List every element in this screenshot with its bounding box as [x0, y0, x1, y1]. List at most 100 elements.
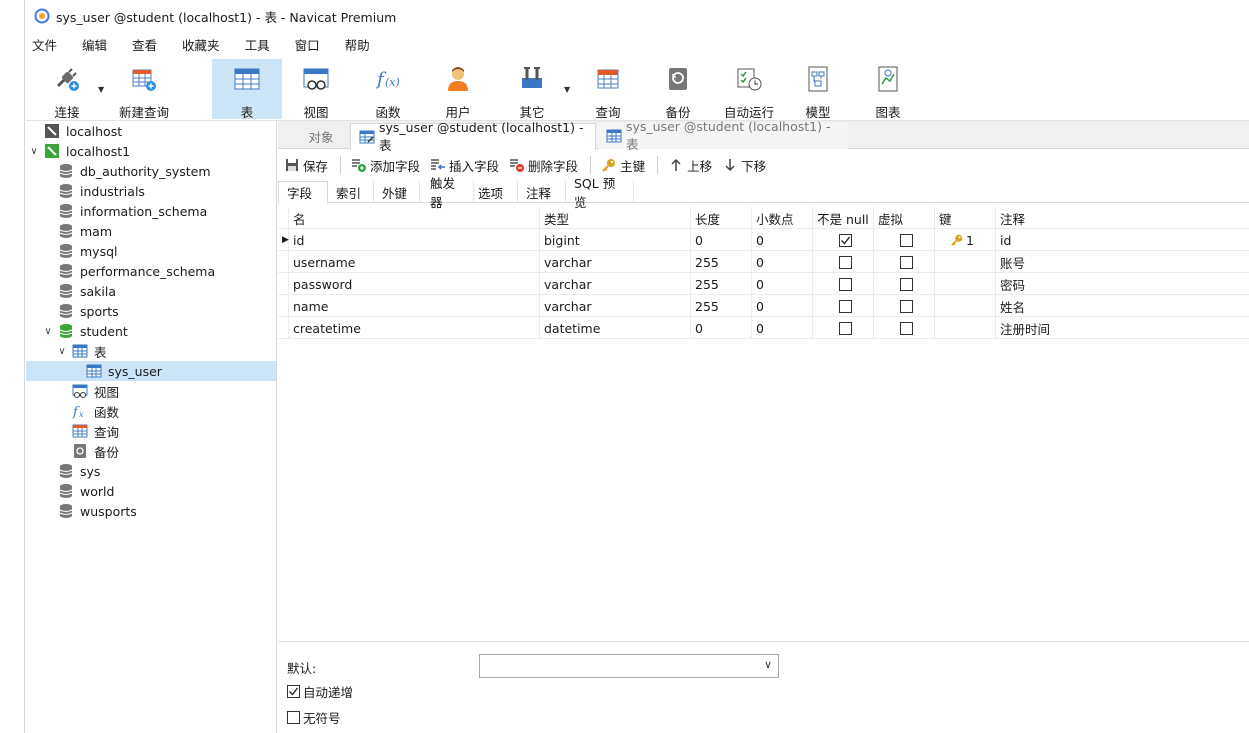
field-comment[interactable]: 注册时间	[997, 317, 1050, 339]
connect-dropdown-icon[interactable]: ▼	[98, 85, 104, 94]
menu-tools[interactable]: 工具	[239, 35, 270, 54]
header-name[interactable]: 名	[290, 207, 306, 229]
tree-item-functions[interactable]: fx 函数	[26, 401, 276, 421]
tree-item-database[interactable]: sports	[26, 301, 276, 321]
field-decimals[interactable]: 0	[753, 295, 764, 317]
tree-item-database[interactable]: industrials	[26, 181, 276, 201]
add-field-button[interactable]: 添加字段	[351, 156, 420, 175]
header-virtual[interactable]: 虚拟	[875, 207, 903, 229]
primary-key-button[interactable]: 主键	[601, 156, 645, 175]
field-name[interactable]: password	[290, 273, 352, 295]
auto-increment-checkbox[interactable]: 自动递增	[287, 682, 353, 701]
field-type[interactable]: datetime	[541, 317, 600, 339]
header-key[interactable]: 键	[936, 207, 952, 229]
field-comment[interactable]: 密码	[997, 273, 1025, 295]
tab-fields[interactable]: 字段	[278, 181, 328, 204]
tab-foreign-keys[interactable]: 外键	[374, 181, 420, 203]
tree-item-database[interactable]: information_schema	[26, 201, 276, 221]
field-decimals[interactable]: 0	[753, 273, 764, 295]
chevron-down-icon[interactable]: ∨	[42, 326, 54, 337]
menu-file[interactable]: 文件	[26, 35, 57, 54]
tree-item-database[interactable]: world	[26, 481, 276, 501]
other-dropdown-icon[interactable]: ▼	[564, 85, 570, 94]
tab-comment[interactable]: 注释	[518, 181, 566, 203]
field-type[interactable]: varchar	[541, 273, 592, 295]
tab-options[interactable]: 选项	[470, 181, 518, 203]
field-decimals[interactable]: 0	[753, 229, 764, 251]
user-button[interactable]: 用户	[430, 59, 486, 120]
field-comment[interactable]: 姓名	[997, 295, 1025, 317]
chevron-down-icon[interactable]: ∨	[56, 346, 68, 357]
virtual-checkbox[interactable]	[897, 295, 913, 317]
field-length[interactable]: 255	[692, 251, 719, 273]
tree-item-localhost1[interactable]: ∨ localhost1	[26, 141, 276, 161]
move-down-button[interactable]: 下移	[722, 156, 766, 175]
menu-edit[interactable]: 编辑	[76, 35, 107, 54]
field-type[interactable]: varchar	[541, 251, 592, 273]
tree-item-database[interactable]: db_authority_system	[26, 161, 276, 181]
tab-sys-user-active[interactable]: sys_user @student (localhost1) - 表	[350, 120, 596, 153]
default-value-select[interactable]: ∨	[479, 654, 779, 678]
field-length[interactable]: 0	[692, 229, 703, 251]
header-comment[interactable]: 注释	[997, 207, 1025, 229]
new-query-button[interactable]: 新建查询	[114, 59, 174, 120]
field-type[interactable]: bigint	[541, 229, 580, 251]
delete-field-button[interactable]: 删除字段	[509, 156, 578, 175]
field-name[interactable]: id	[290, 229, 304, 251]
field-length[interactable]: 255	[692, 273, 719, 295]
field-name[interactable]: name	[290, 295, 328, 317]
tree-item-sys-user[interactable]: sys_user	[26, 361, 276, 381]
not-null-checkbox[interactable]	[836, 295, 852, 317]
view-button[interactable]: 视图	[288, 59, 344, 120]
field-name[interactable]: createtime	[290, 317, 361, 339]
unsigned-checkbox[interactable]: 无符号	[287, 708, 341, 727]
insert-field-button[interactable]: 插入字段	[430, 156, 499, 175]
tree-item-localhost[interactable]: localhost	[26, 121, 276, 141]
not-null-checkbox[interactable]	[836, 251, 852, 273]
tree-item-database-student[interactable]: ∨ student	[26, 321, 276, 341]
model-button[interactable]: 模型	[790, 59, 846, 120]
menu-window[interactable]: 窗口	[289, 35, 320, 54]
field-decimals[interactable]: 0	[753, 251, 764, 273]
header-length[interactable]: 长度	[692, 207, 720, 229]
table-row[interactable]: ▶ id bigint 0 0 1 id	[278, 229, 1249, 251]
tab-objects[interactable]: 对象	[292, 123, 350, 149]
function-button[interactable]: f (x) 函数	[360, 59, 416, 120]
menu-favorites[interactable]: 收藏夹	[176, 35, 220, 54]
chart-button[interactable]: 图表	[860, 59, 916, 120]
field-comment[interactable]: id	[997, 229, 1011, 251]
automation-button[interactable]: 自动运行	[716, 59, 782, 120]
virtual-checkbox[interactable]	[897, 229, 913, 251]
move-up-button[interactable]: 上移	[668, 156, 712, 175]
header-decimals[interactable]: 小数点	[753, 207, 794, 229]
not-null-checkbox[interactable]	[836, 273, 852, 295]
table-row[interactable]: name varchar 255 0 姓名	[278, 295, 1249, 317]
tree-item-database[interactable]: mysql	[26, 241, 276, 261]
header-type[interactable]: 类型	[541, 207, 569, 229]
save-button[interactable]: 保存	[284, 156, 328, 175]
virtual-checkbox[interactable]	[897, 251, 913, 273]
chevron-down-icon[interactable]: ∨	[28, 146, 40, 157]
backup-button[interactable]: 备份	[650, 59, 706, 120]
tab-triggers[interactable]: 触发器	[422, 176, 474, 210]
field-decimals[interactable]: 0	[753, 317, 764, 339]
tab-indexes[interactable]: 索引	[328, 181, 374, 203]
virtual-checkbox[interactable]	[897, 273, 913, 295]
checkbox-box[interactable]	[287, 711, 300, 724]
field-type[interactable]: varchar	[541, 295, 592, 317]
table-row[interactable]: password varchar 255 0 密码	[278, 273, 1249, 295]
field-comment[interactable]: 账号	[997, 251, 1025, 273]
tree-item-database[interactable]: wusports	[26, 501, 276, 521]
tab-sql-preview[interactable]: SQL 预览	[566, 176, 634, 210]
checkbox-box[interactable]	[287, 685, 300, 698]
not-null-checkbox[interactable]	[836, 229, 852, 251]
virtual-checkbox[interactable]	[897, 317, 913, 339]
field-length[interactable]: 255	[692, 295, 719, 317]
field-name[interactable]: username	[290, 251, 356, 273]
table-row[interactable]: createtime datetime 0 0 注册时间	[278, 317, 1249, 339]
tree-item-views[interactable]: 视图	[26, 381, 276, 401]
tree-item-database[interactable]: performance_schema	[26, 261, 276, 281]
connect-button[interactable]: 连接	[44, 59, 90, 120]
table-row[interactable]: username varchar 255 0 账号	[278, 251, 1249, 273]
menu-help[interactable]: 帮助	[339, 35, 370, 54]
